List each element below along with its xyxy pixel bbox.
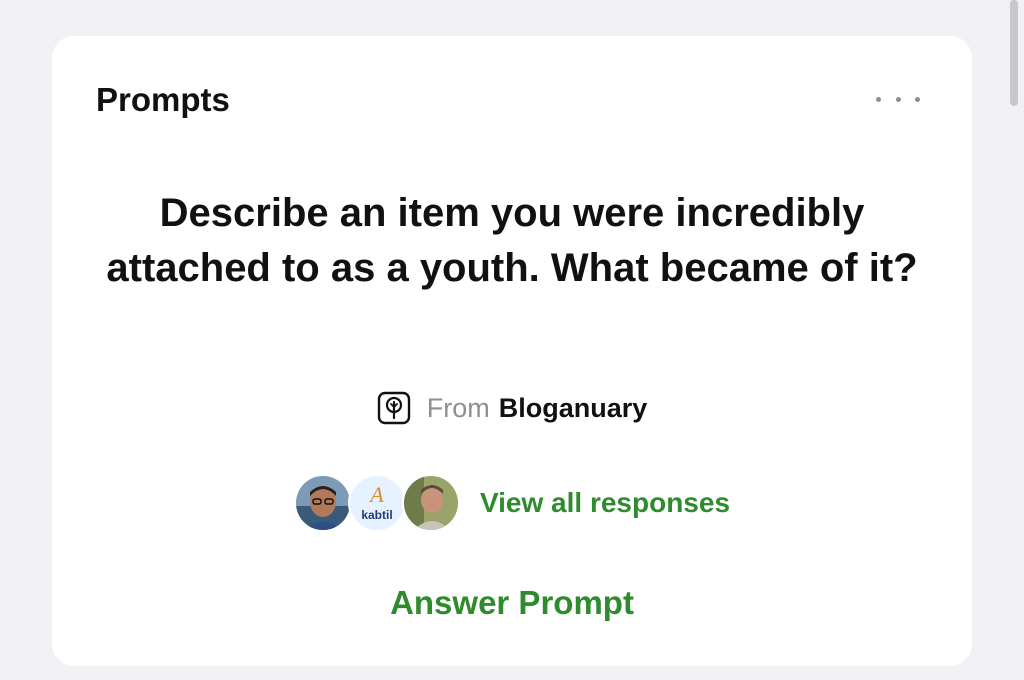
more-options-button[interactable] [876, 90, 920, 108]
answer-prompt-button[interactable]: Answer Prompt [52, 584, 972, 622]
responses-row: A kabtil View all responses [52, 474, 972, 532]
responder-avatars[interactable]: A kabtil [293, 474, 460, 532]
source-name: Bloganuary [498, 392, 648, 423]
source-from-label: From [426, 392, 490, 423]
prompt-question: Describe an item you were incredibly att… [106, 191, 918, 290]
scrollbar[interactable] [1010, 0, 1018, 106]
avatar-person-glasses [293, 474, 352, 532]
avatar-kabtil-logo: A kabtil [347, 474, 406, 532]
prompt-source[interactable]: From Bloganuary [52, 388, 972, 428]
more-horizontal-icon [876, 96, 881, 102]
kabtil-text: kabtil [361, 508, 392, 522]
more-dot [915, 96, 920, 102]
kabtil-letter: A [368, 482, 384, 507]
more-dot [895, 96, 901, 102]
view-all-responses-link[interactable]: View all responses [480, 487, 730, 519]
card-title: Prompts [96, 81, 230, 118]
card-header: Prompts [96, 80, 928, 120]
prompt-card: Prompts Describe an item you were incred… [52, 36, 972, 666]
avatar-person-outdoor [401, 474, 460, 532]
bloganuary-icon [377, 391, 410, 425]
